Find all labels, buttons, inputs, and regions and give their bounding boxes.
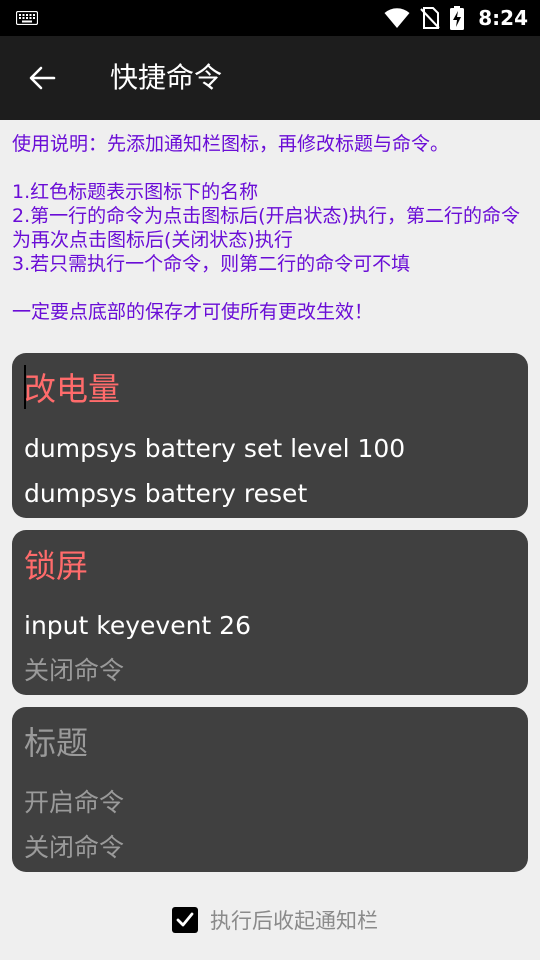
command-card: 标题 开启命令 关闭命令 xyxy=(12,707,528,872)
instructions-item-3: 3.若只需执行一个命令，则第二行的命令可不填 xyxy=(12,253,411,275)
instructions-intro: 使用说明：先添加通知栏图标，再修改标题与命令。 xyxy=(12,133,450,155)
instructions-warning: 一定要点底部的保存才可使所有更改生效！ xyxy=(12,301,374,323)
card-title-input[interactable]: 改电量 xyxy=(24,371,120,407)
battery-charging-icon xyxy=(450,6,465,30)
on-command-input[interactable]: dumpsys battery set level 100 xyxy=(24,434,405,464)
instructions-item-2: 2.第一行的命令为点击图标后(开启状态)执行，第二行的命令为再次点击图标后(关闭… xyxy=(12,205,520,251)
arrow-left-icon xyxy=(29,66,56,90)
on-command-input[interactable]: input keyevent 26 xyxy=(24,611,251,641)
command-card: 锁屏 input keyevent 26 关闭命令 xyxy=(12,530,528,695)
off-command-input[interactable]: 关闭命令 xyxy=(24,833,124,863)
no-sim-icon xyxy=(420,7,440,29)
keyboard-icon xyxy=(16,11,38,25)
collapse-after-run-option[interactable]: 执行后收起通知栏 xyxy=(172,904,378,936)
page-title: 快捷命令 xyxy=(110,61,223,94)
back-button[interactable] xyxy=(20,56,64,100)
checkmark-icon xyxy=(176,912,194,927)
clock: 8:24 xyxy=(478,6,528,30)
collapse-checkbox[interactable] xyxy=(172,907,198,933)
off-command-input[interactable]: dumpsys battery reset xyxy=(24,479,307,509)
status-bar: 8:24 xyxy=(0,0,540,36)
app-bar: 快捷命令 xyxy=(0,36,540,120)
command-card: 改电量 dumpsys battery set level 100 dumpsy… xyxy=(12,353,528,518)
off-command-input[interactable]: 关闭命令 xyxy=(24,656,124,686)
collapse-option-label: 执行后收起通知栏 xyxy=(210,909,378,933)
instructions-item-1: 1.红色标题表示图标下的名称 xyxy=(12,181,259,203)
card-title-input[interactable]: 锁屏 xyxy=(24,548,88,584)
instructions: 使用说明：先添加通知栏图标，再修改标题与命令。 1.红色标题表示图标下的名称 2… xyxy=(12,132,528,324)
card-title-input[interactable]: 标题 xyxy=(24,725,88,761)
on-command-input[interactable]: 开启命令 xyxy=(24,788,124,818)
wifi-icon xyxy=(384,8,410,28)
